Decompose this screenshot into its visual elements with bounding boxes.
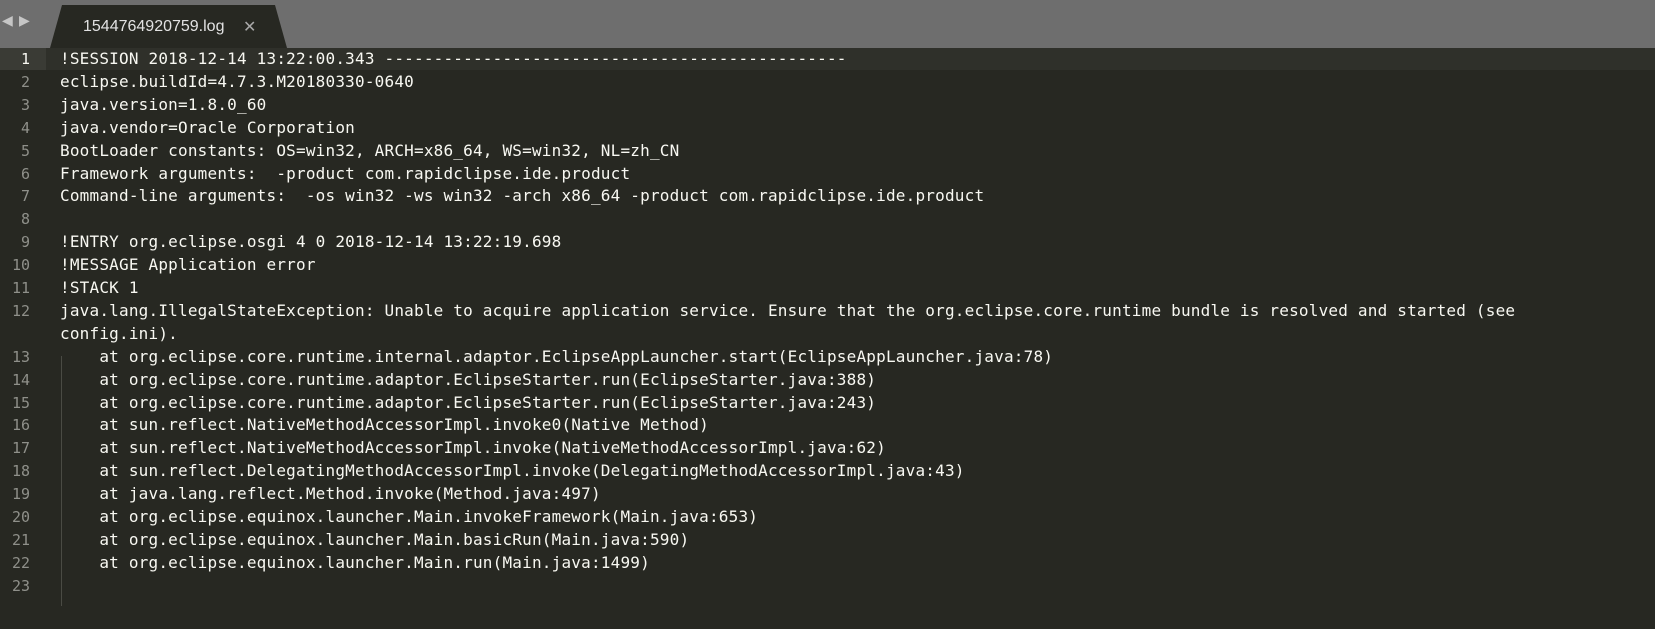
line-number: 13 [11,347,30,366]
code-line: java.vendor=Oracle Corporation [60,117,355,137]
line-number: 9 [20,233,30,252]
editor-pane[interactable]: 1 2 3 4 5 6 7 8 9 10 11 12 13 14 15 16 17 18 19 20 21 22 23 !S… [0,48,1655,629]
line-number: 19 [11,485,30,504]
line-number: 5 [20,141,30,160]
code-line: at java.lang.reflect.Method.invoke(Metho… [60,484,601,504]
line-number: 18 [11,462,30,481]
code-line: at org.eclipse.equinox.launcher.Main.bas… [60,529,690,549]
code-line: config.ini). [60,323,178,343]
code-line: !STACK 1 [60,278,139,297]
code-line: Command-line arguments: -os win32 -ws wi… [60,186,985,206]
line-number: 6 [20,164,30,183]
line-number: 14 [11,370,30,389]
line-number: 17 [11,439,30,458]
code-line: java.lang.IllegalStateException: Unable … [60,300,1516,320]
code-line: at org.eclipse.core.runtime.internal.ada… [60,346,1054,366]
code-line: Framework arguments: -product com.rapidc… [60,163,631,183]
tab-title: 1544764920759.log [83,18,225,35]
line-number: 20 [11,508,30,526]
line-number: 23 [11,576,30,595]
line-number: 22 [11,553,30,572]
line-number: 12 [11,301,30,320]
code-line: at org.eclipse.core.runtime.adaptor.Ecli… [60,369,877,389]
code-line: !SESSION 2018-12-14 13:22:00.343 -------… [60,49,847,68]
line-number: 15 [11,393,30,412]
line-number: 3 [20,95,30,114]
code-line: at org.eclipse.equinox.launcher.Main.run… [60,552,650,572]
tab-log-file[interactable]: 1544764920759.log ✕ [50,5,287,48]
code-line: !ENTRY org.eclipse.osgi 4 0 2018-12-14 1… [60,232,562,252]
code-line: at sun.reflect.DelegatingMethodAccessorI… [60,461,965,481]
line-number: 21 [11,530,30,549]
line-number: 2 [20,72,30,91]
tab-bar: ◀ ▶ 1544764920759.log ✕ [0,0,1655,48]
code-line: !MESSAGE Application error [60,255,316,275]
line-number: 4 [20,118,30,137]
line-number: 10 [11,256,30,275]
code-line: at org.eclipse.equinox.launcher.Main.inv… [60,507,759,526]
code-line: at org.eclipse.core.runtime.adaptor.Ecli… [60,392,877,412]
line-number: 7 [20,187,30,206]
close-icon[interactable]: ✕ [243,17,256,36]
code-line: eclipse.buildId=4.7.3.M20180330-0640 [60,71,414,91]
code-line: at sun.reflect.NativeMethodAccessorImpl.… [60,415,709,435]
line-number: 16 [11,416,30,435]
line-number-gutter: 1 2 3 4 5 6 7 8 9 10 11 12 13 14 15 16 17 18 19 20 21 22 23 [0,48,46,629]
code-line: BootLoader constants: OS=win32, ARCH=x86… [60,140,680,160]
code-line: java.version=1.8.0_60 [60,94,267,114]
line-number: 1 [20,50,30,68]
tab-scroll-left-icon[interactable]: ◀ [2,13,13,29]
code-line: at sun.reflect.NativeMethodAccessorImpl.… [60,438,886,458]
line-number: 8 [20,210,30,229]
tab-scroll-right-icon[interactable]: ▶ [19,13,30,29]
line-number: 11 [11,279,30,297]
